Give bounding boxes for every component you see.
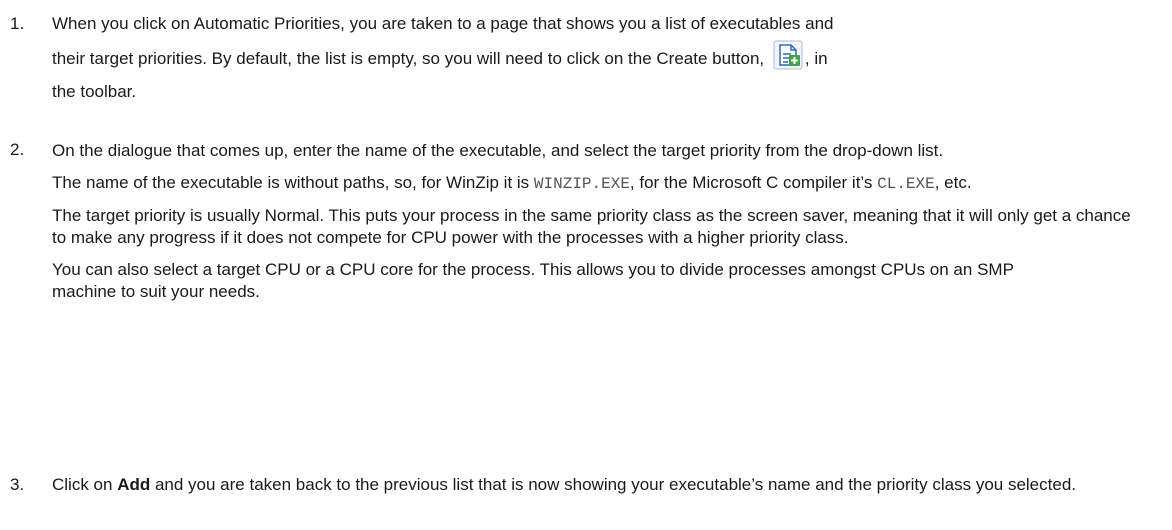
step-3-text-1: Click on	[52, 475, 118, 494]
step-1-line-2: their target priorities. By default, the…	[52, 38, 1160, 80]
step-2-intro: On the dialogue that comes up, enter the…	[52, 141, 944, 160]
code-winzip-exe: WINZIP.EXE	[533, 175, 630, 193]
step-1-text-before-icon: their target priorities. By default, the…	[52, 49, 769, 68]
step-number: 1.	[10, 14, 25, 33]
step-2-executable-names: The name of the executable is without pa…	[52, 172, 1132, 195]
names-text-1: The name of the executable is without pa…	[52, 173, 534, 192]
step-3: 3. Click on Add and you are taken back t…	[10, 474, 1160, 496]
step-3-text: Click on Add and you are taken back to t…	[52, 474, 1092, 496]
step-number: 2.	[10, 140, 25, 159]
step-2: 2. On the dialogue that comes up, enter …	[10, 140, 1160, 303]
step-1: 1. When you click on Automatic Prioritie…	[10, 10, 1160, 104]
step-2-cpu-text: You can also select a target CPU or a CP…	[52, 260, 1014, 301]
step-1-text-after-icon: , in	[804, 49, 828, 68]
step-number: 3.	[10, 475, 25, 494]
step-body: When you click on Automatic Priorities, …	[52, 10, 1160, 104]
step-3-text-2: and you are taken back to the previous l…	[150, 475, 1076, 494]
names-text-2: , for the Microsoft C compiler it’s	[629, 173, 878, 192]
names-text-3: , etc.	[934, 173, 972, 192]
document-page: 1. When you click on Automatic Prioritie…	[0, 0, 1172, 530]
create-icon	[773, 40, 803, 70]
add-label: Add	[117, 475, 151, 494]
step-1-line-3: the toolbar.	[52, 82, 137, 101]
step-body: Click on Add and you are taken back to t…	[52, 474, 1160, 496]
step-body: On the dialogue that comes up, enter the…	[52, 140, 1160, 303]
step-2-priority-text: The target priority is usually Normal. T…	[52, 206, 1131, 247]
step-1-line-1: When you click on Automatic Priorities, …	[52, 14, 834, 33]
code-cl-exe: CL.EXE	[877, 175, 935, 193]
